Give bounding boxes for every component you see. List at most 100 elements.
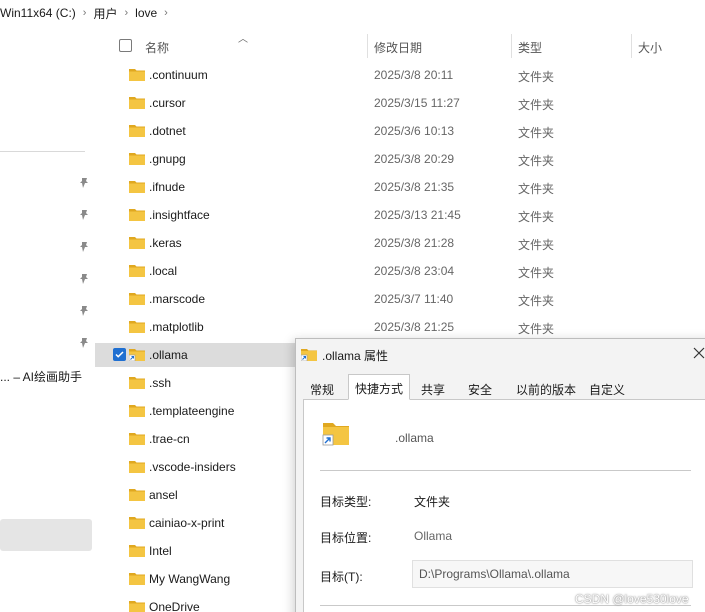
target-field[interactable]: D:\Programs\Ollama\.ollama	[412, 560, 693, 588]
file-name: My WangWang	[149, 572, 231, 586]
folder-icon	[129, 68, 145, 81]
file-modified-date: 2025/3/8 20:29	[374, 152, 455, 166]
tab-previous-versions[interactable]: 以前的版本	[509, 376, 583, 399]
target-location-label: 目标位置:	[320, 531, 372, 545]
tab-sharing[interactable]: 共享	[414, 376, 452, 399]
file-name: .ssh	[149, 376, 172, 390]
dialog-title-bar[interactable]: .ollama 属性	[296, 339, 705, 369]
target-label: 目标(T):	[320, 570, 363, 584]
file-type: 文件夹	[518, 98, 555, 112]
file-name: .cursor	[149, 96, 186, 110]
breadcrumb-drive[interactable]: Win11x64 (C:)	[0, 6, 76, 20]
file-type: 文件夹	[518, 294, 555, 308]
folder-icon	[129, 516, 145, 529]
column-name[interactable]: 名称	[145, 39, 169, 56]
folder-icon	[129, 320, 145, 333]
file-row[interactable]: .keras 2025/3/8 21:28 文件夹	[95, 231, 705, 255]
select-all-checkbox[interactable]	[119, 39, 132, 52]
file-name: .local	[149, 264, 178, 278]
file-modified-date: 2025/3/8 21:28	[374, 236, 455, 250]
column-size[interactable]: 大小	[638, 39, 662, 56]
file-row[interactable]: .continuum 2025/3/8 20:11 文件夹	[95, 63, 705, 87]
file-name: .matplotlib	[149, 320, 204, 334]
folder-shortcut-icon	[321, 420, 351, 446]
file-name: .marscode	[149, 292, 206, 306]
file-type: 文件夹	[518, 126, 555, 140]
dialog-title: .ollama 属性	[322, 349, 389, 363]
tab-general[interactable]: 常规	[303, 376, 341, 399]
pin-icon[interactable]	[78, 273, 90, 285]
file-type: 文件夹	[518, 70, 555, 84]
shortcut-name: .ollama	[395, 431, 434, 445]
folder-shortcut-icon	[128, 348, 145, 362]
tab-customize[interactable]: 自定义	[582, 376, 632, 399]
folder-icon	[129, 124, 145, 137]
divider	[320, 470, 691, 471]
navigation-pane: ... – AI绘画助手	[0, 26, 95, 612]
pin-icon[interactable]	[78, 305, 90, 317]
file-row[interactable]: .matplotlib 2025/3/8 21:25 文件夹	[95, 315, 705, 339]
tab-security[interactable]: 安全	[461, 376, 499, 399]
pin-icon[interactable]	[78, 241, 90, 253]
file-row[interactable]: .insightface 2025/3/13 21:45 文件夹	[95, 203, 705, 227]
file-row[interactable]: .cursor 2025/3/15 11:27 文件夹	[95, 91, 705, 115]
nav-item-selected[interactable]	[0, 519, 92, 551]
file-row[interactable]: .marscode 2025/3/7 11:40 文件夹	[95, 287, 705, 311]
folder-icon	[129, 292, 145, 305]
close-icon[interactable]	[691, 345, 705, 361]
folder-icon	[129, 236, 145, 249]
file-modified-date: 2025/3/8 21:25	[374, 320, 455, 334]
file-name: .templateengine	[149, 404, 235, 418]
column-divider[interactable]	[631, 34, 632, 58]
file-modified-date: 2025/3/15 11:27	[374, 96, 460, 110]
column-divider[interactable]	[511, 34, 512, 58]
folder-icon	[129, 208, 145, 221]
file-name: .gnupg	[149, 152, 186, 166]
file-name: .ifnude	[149, 180, 186, 194]
column-type[interactable]: 类型	[518, 39, 542, 56]
file-name: .trae-cn	[149, 432, 190, 446]
file-modified-date: 2025/3/6 10:13	[374, 124, 455, 138]
row-checkbox[interactable]	[113, 348, 126, 361]
folder-icon	[129, 376, 145, 389]
breadcrumb-users[interactable]: 用户	[93, 5, 117, 22]
file-name: .dotnet	[149, 124, 186, 138]
file-name: .ollama	[149, 348, 188, 362]
pin-icon[interactable]	[78, 177, 90, 189]
shortcut-tab-panel: .ollama 目标类型: 文件夹 目标位置: Ollama 目标(T): D:…	[303, 399, 705, 612]
file-modified-date: 2025/3/8 20:11	[374, 68, 454, 82]
file-modified-date: 2025/3/8 23:04	[374, 264, 455, 278]
sort-arrow-icon: ︿	[238, 34, 248, 45]
file-type: 文件夹	[518, 182, 555, 196]
file-row[interactable]: .local 2025/3/8 23:04 文件夹	[95, 259, 705, 283]
properties-dialog: .ollama 属性 常规 快捷方式 共享 安全 以前的版本 自定义 .olla…	[295, 338, 705, 612]
file-row[interactable]: .dotnet 2025/3/6 10:13 文件夹	[95, 119, 705, 143]
file-row[interactable]: .ifnude 2025/3/8 21:35 文件夹	[95, 175, 705, 199]
pin-icon[interactable]	[78, 209, 90, 221]
file-row[interactable]: .gnupg 2025/3/8 20:29 文件夹	[95, 147, 705, 171]
file-name: cainiao-x-print	[149, 516, 225, 530]
tab-shortcut[interactable]: 快捷方式	[348, 374, 411, 400]
breadcrumb-separator[interactable]: ›	[83, 7, 87, 19]
column-divider[interactable]	[367, 34, 368, 58]
file-name: .vscode-insiders	[149, 460, 236, 474]
file-name: .continuum	[149, 68, 208, 82]
pin-icon[interactable]	[78, 337, 90, 349]
file-type: 文件夹	[518, 210, 555, 224]
folder-icon	[129, 264, 145, 277]
folder-icon	[129, 488, 145, 501]
file-modified-date: 2025/3/8 21:35	[374, 180, 455, 194]
folder-icon	[129, 180, 145, 193]
file-type: 文件夹	[518, 322, 555, 336]
folder-icon	[129, 544, 145, 557]
breadcrumb-love[interactable]: love	[135, 6, 157, 20]
file-name: OneDrive	[149, 600, 200, 612]
target-type-label: 目标类型:	[320, 495, 372, 509]
breadcrumb-separator[interactable]: ›	[164, 7, 168, 19]
nav-item-ai-assistant[interactable]: ... – AI绘画助手	[0, 368, 82, 385]
breadcrumb-separator[interactable]: ›	[124, 7, 128, 19]
file-name: .keras	[149, 236, 182, 250]
file-type: 文件夹	[518, 238, 555, 252]
column-modified[interactable]: 修改日期	[374, 39, 422, 56]
file-name: .insightface	[149, 208, 210, 222]
